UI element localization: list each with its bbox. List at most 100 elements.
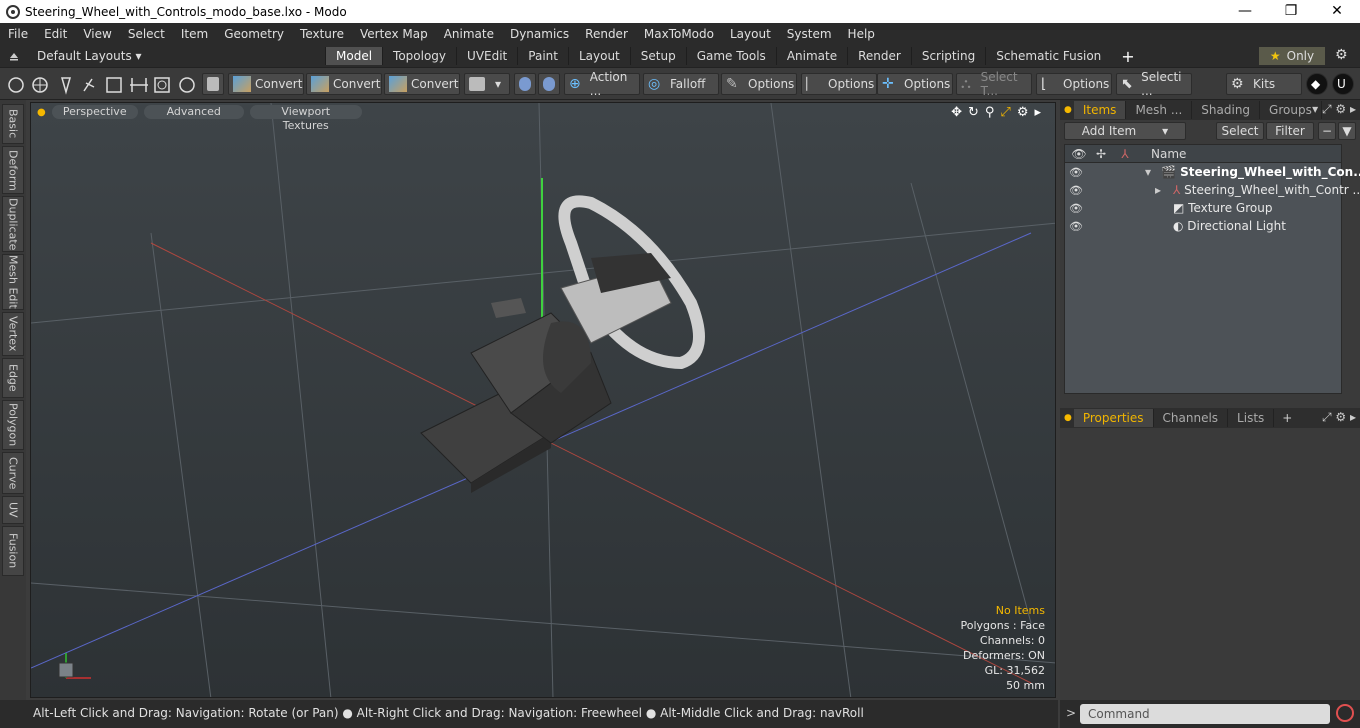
tab-channels[interactable]: Channels [1154,409,1229,427]
item-row-mesh[interactable]: 👁 ▸ ⅄ Steering_Wheel_with_Contr ... [1065,181,1360,199]
maximize-button[interactable]: ❐ [1268,0,1314,23]
command-input[interactable]: Command [1080,704,1330,724]
action-center-button[interactable]: ⊕ Action ... [564,70,640,98]
item-row-scene[interactable]: 👁 ▾ 🎬 Steering_Wheel_with_Con... [1065,163,1360,181]
symmetry-button[interactable] [514,73,536,95]
side-tab-curve[interactable]: Curve [2,452,24,494]
add-layout-button[interactable]: + [1121,47,1134,66]
visibility-eye-icon[interactable]: 👁 [1069,202,1083,215]
unity-button[interactable]: ◆ [1306,73,1328,95]
tab-game-tools[interactable]: Game Tools [685,47,776,65]
viewport-settings-icon[interactable]: ⚙ [1017,105,1029,120]
side-tab-deform[interactable]: Deform [2,146,24,194]
menu-texture[interactable]: Texture [292,27,352,41]
menu-animate[interactable]: Animate [436,27,502,41]
selection-sets-button[interactable]: ⬉ Selecti ... [1116,70,1192,98]
menu-render[interactable]: Render [577,27,636,41]
kits-button[interactable]: ⚙ Kits [1226,73,1302,95]
tab-lists[interactable]: Lists [1228,409,1275,427]
side-tab-fusion[interactable]: Fusion [2,526,24,576]
tab-animate[interactable]: Animate [775,47,847,65]
tab-render[interactable]: Render [847,47,911,65]
3d-viewport[interactable]: ● Perspective Advanced Viewport Textures… [30,102,1056,698]
visibility-eye-icon[interactable]: 👁 [1069,184,1083,197]
side-tab-mesh-edit[interactable]: Mesh Edit [2,254,24,310]
side-tab-duplicate[interactable]: Duplicate [2,196,24,252]
panel-controls-icons[interactable]: ⤢ ⚙ ▸ [1322,410,1356,425]
tab-topology[interactable]: Topology [382,47,456,65]
zoom-icon[interactable]: ⚲ [985,105,995,120]
item-row-texture-group[interactable]: 👁 ◩ Texture Group [1065,199,1341,217]
workplane-dropdown[interactable]: ▾ [464,73,510,95]
side-tab-basic[interactable]: Basic [2,104,24,144]
add-panel-tab-button[interactable]: + [1282,411,1292,425]
close-button[interactable]: ✕ [1314,0,1360,23]
panel-controls-icons[interactable]: ▾ ⤢ ⚙ ▸ [1312,102,1356,117]
gear-icon[interactable]: ⚙ [1335,47,1348,63]
snapping-button[interactable] [538,73,560,95]
falloff-options-button[interactable]: ✎ Options [721,73,797,95]
panel-menu-icon[interactable]: ● [1064,413,1072,423]
visibility-eye-icon[interactable]: 👁 [1069,220,1083,233]
collapse-icon[interactable]: − [1318,122,1336,140]
tab-items[interactable]: Items [1073,101,1127,119]
viewport-textures-button[interactable]: Viewport Textures [249,105,362,132]
item-row-directional-light[interactable]: 👁 ◐ Directional Light [1065,217,1341,235]
filter-button[interactable]: Filter [1266,122,1314,140]
tab-paint[interactable]: Paint [517,47,568,65]
menu-item[interactable]: Item [173,27,216,41]
default-layouts-dropdown[interactable]: Default Layouts ▾ [0,49,325,63]
options-button-4[interactable]: ⌊ Options [1036,73,1112,95]
viewport-more-icon[interactable]: ▸ [1034,105,1041,120]
convert-button-2[interactable]: Convert [306,73,382,95]
tab-layout[interactable]: Layout [567,47,630,65]
tab-shading[interactable]: Shading [1192,101,1261,119]
tab-schematic-fusion[interactable]: Schematic Fusion [985,47,1111,65]
tab-properties[interactable]: Properties [1073,409,1154,427]
perspective-button[interactable]: Perspective [51,105,138,119]
options-button-2[interactable]: ⎸ Options [801,73,877,95]
tab-uvedit[interactable]: UVEdit [456,47,517,65]
tab-scripting[interactable]: Scripting [910,47,985,65]
select-button[interactable]: Select [1216,122,1264,140]
menu-geometry[interactable]: Geometry [216,27,292,41]
tab-mesh[interactable]: Mesh ... [1126,101,1193,119]
minimize-button[interactable]: — [1222,0,1268,23]
menu-vertex-map[interactable]: Vertex Map [352,27,436,41]
rotate-icon[interactable]: ↻ [968,105,979,120]
convert-button-3[interactable]: Convert [384,73,460,95]
viewport-menu-icon[interactable]: ● [37,107,46,118]
record-icon[interactable] [1336,704,1354,722]
unreal-button[interactable]: U [1332,73,1354,95]
selection-mode-icons[interactable] [6,75,206,95]
select-through-button[interactable]: ⛬ Select T... [956,70,1032,98]
menu-maxtomodo[interactable]: MaxToModo [636,27,722,41]
menu-dynamics[interactable]: Dynamics [502,27,577,41]
menu-view[interactable]: View [75,27,119,41]
expand-arrow-icon[interactable]: ▾ [1145,165,1151,179]
collapse-arrow-icon[interactable] [8,50,20,62]
item-mode-button[interactable] [202,73,224,95]
panel-menu-icon[interactable]: ● [1064,105,1072,115]
visibility-eye-icon[interactable]: 👁 [1069,166,1083,179]
tab-setup[interactable]: Setup [629,47,686,65]
advanced-button[interactable]: Advanced [143,105,244,119]
expand-arrow-icon[interactable]: ▸ [1155,183,1161,197]
maximize-viewport-icon[interactable]: ⤢ [1000,105,1010,120]
menu-file[interactable]: File [0,27,36,41]
convert-button-1[interactable]: Convert [228,73,304,95]
pan-icon[interactable]: ✥ [951,105,962,120]
side-tab-polygon[interactable]: Polygon [2,400,24,450]
menu-layout[interactable]: Layout [722,27,779,41]
add-item-button[interactable]: Add Item ▾ [1064,122,1186,140]
falloff-button[interactable]: ◎ Falloff [643,73,719,95]
side-tab-edge[interactable]: Edge [2,358,24,398]
side-tab-uv[interactable]: UV [2,496,24,524]
menu-edit[interactable]: Edit [36,27,75,41]
funnel-icon[interactable]: ▼ [1338,122,1356,140]
tab-model[interactable]: Model [325,47,383,65]
only-toggle[interactable]: ★ Only [1259,47,1325,65]
menu-system[interactable]: System [779,27,840,41]
options-button-3[interactable]: ✛ Options [877,73,953,95]
side-tab-vertex[interactable]: Vertex [2,312,24,356]
